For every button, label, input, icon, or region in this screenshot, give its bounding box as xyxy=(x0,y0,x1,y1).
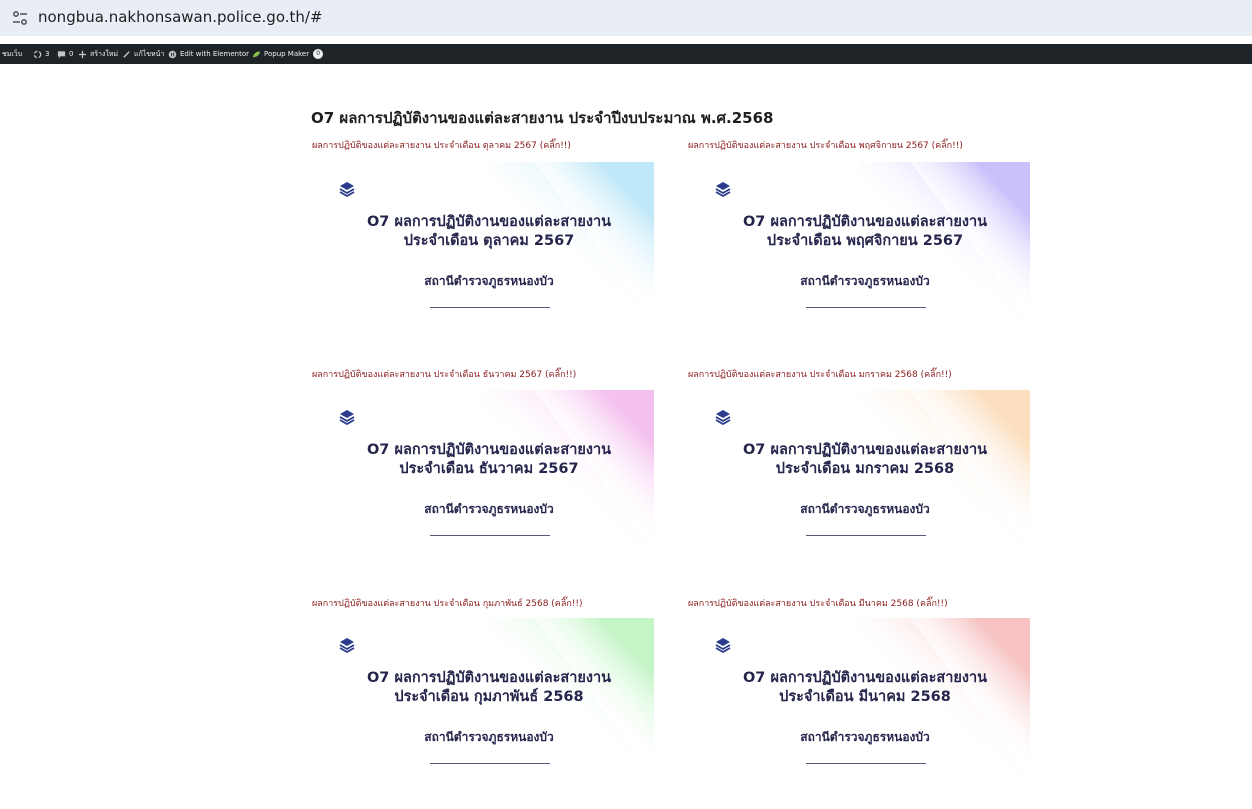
card-title-line-2: ประจำเดือน ธันวาคม 2567 xyxy=(399,461,579,477)
admin-updates-link[interactable]: 3 xyxy=(33,44,49,64)
card-title-line-1: O7 ผลการปฏิบัติงานของแต่ละสายงาน xyxy=(366,442,611,458)
card-title-line-2: ประจำเดือน มีนาคม 2568 xyxy=(779,689,951,705)
admin-site-link[interactable]: ชมเว็บ xyxy=(2,44,22,64)
card-title: O7 ผลการปฏิบัติงานของแต่ละสายงานประจำเดื… xyxy=(314,213,654,251)
new-label: สร้างใหม่ xyxy=(90,49,119,58)
admin-site-label: ชมเว็บ xyxy=(2,49,23,58)
card-title: O7 ผลการปฏิบัติงานของแต่ละสายงานประจำเดื… xyxy=(690,441,1030,479)
updates-icon xyxy=(33,50,42,58)
report-card[interactable]: O7 ผลการปฏิบัติงานของแต่ละสายงานประจำเดื… xyxy=(690,618,1030,809)
elementor-icon xyxy=(168,50,177,58)
layers-icon xyxy=(339,410,355,425)
admin-edit-page-link[interactable]: แก้ไขหน้า xyxy=(122,44,164,64)
card-title-line-2: ประจำเดือน กุมภาพันธ์ 2568 xyxy=(394,689,584,705)
report-card[interactable]: O7 ผลการปฏิบัติงานของแต่ละสายงานประจำเดื… xyxy=(314,618,654,809)
card-subtitle: สถานีตำรวจภูธรหนองบัว xyxy=(800,730,930,744)
browser-url-bar[interactable]: nongbua.nakhonsawan.police.go.th/# xyxy=(0,0,1252,36)
card-divider xyxy=(430,307,550,308)
comment-icon xyxy=(57,50,66,59)
elementor-label: Edit with Elementor xyxy=(180,50,249,58)
card-title-line-1: O7 ผลการปฏิบัติงานของแต่ละสายงาน xyxy=(366,214,611,230)
card-title: O7 ผลการปฏิบัติงานของแต่ละสายงานประจำเดื… xyxy=(690,669,1030,707)
card-title-line-1: O7 ผลการปฏิบัติงานของแต่ละสายงาน xyxy=(366,670,611,686)
page-title: O7 ผลการปฏิบัติงานของแต่ละสายงาน ประจำปี… xyxy=(311,109,774,127)
card-divider xyxy=(806,763,926,764)
plus-icon xyxy=(78,50,87,58)
card-link-label[interactable]: ผลการปฏิบัติของแต่ละสายงาน ประจำเดือน ธั… xyxy=(312,367,576,381)
card-gradient-background xyxy=(850,390,1030,583)
layers-icon xyxy=(715,638,731,653)
card-divider xyxy=(430,763,550,764)
card-divider xyxy=(806,535,926,536)
layers-icon xyxy=(715,410,731,425)
report-card[interactable]: O7 ผลการปฏิบัติงานของแต่ละสายงานประจำเดื… xyxy=(314,390,654,583)
card-title: O7 ผลการปฏิบัติงานของแต่ละสายงานประจำเดื… xyxy=(690,213,1030,251)
card-title: O7 ผลการปฏิบัติงานของแต่ละสายงานประจำเดื… xyxy=(314,441,654,479)
card-subtitle: สถานีตำรวจภูธรหนองบัว xyxy=(424,274,554,288)
card-divider xyxy=(430,535,550,536)
card-title-line-1: O7 ผลการปฏิบัติงานของแต่ละสายงาน xyxy=(742,670,987,686)
card-link-label[interactable]: ผลการปฏิบัติของแต่ละสายงาน ประจำเดือน กุ… xyxy=(312,596,583,610)
card-title: O7 ผลการปฏิบัติงานของแต่ละสายงานประจำเดื… xyxy=(314,669,654,707)
card-subtitle: สถานีตำรวจภูธรหนองบัว xyxy=(800,502,930,516)
edit-label: แก้ไขหน้า xyxy=(134,49,165,58)
admin-new-link[interactable]: สร้างใหม่ xyxy=(78,44,118,64)
card-title-line-2: ประจำเดือน พฤศจิกายน 2567 xyxy=(766,233,964,249)
card-gradient-background xyxy=(850,162,1030,355)
report-card[interactable]: O7 ผลการปฏิบัติงานของแต่ละสายงานประจำเดื… xyxy=(314,162,654,355)
admin-popup-maker-link[interactable]: Popup Maker 0 xyxy=(252,44,324,64)
popup-badge: 0 xyxy=(313,49,324,59)
card-divider xyxy=(806,307,926,308)
layers-icon xyxy=(339,638,355,653)
admin-elementor-link[interactable]: Edit with Elementor xyxy=(168,44,249,64)
card-link-label[interactable]: ผลการปฏิบัติของแต่ละสายงาน ประจำเดือน พฤ… xyxy=(688,138,963,152)
card-gradient-background xyxy=(474,618,654,809)
url-text[interactable]: nongbua.nakhonsawan.police.go.th/# xyxy=(38,8,323,26)
card-title-line-2: ประจำเดือน มกราคม 2568 xyxy=(775,461,955,477)
site-settings-icon[interactable] xyxy=(12,10,28,26)
updates-count: 3 xyxy=(45,50,50,58)
card-title-line-1: O7 ผลการปฏิบัติงานของแต่ละสายงาน xyxy=(742,442,987,458)
popup-maker-icon xyxy=(252,51,261,57)
pencil-icon xyxy=(123,50,130,58)
report-card[interactable]: O7 ผลการปฏิบัติงานของแต่ละสายงานประจำเดื… xyxy=(690,162,1030,355)
report-card[interactable]: O7 ผลการปฏิบัติงานของแต่ละสายงานประจำเดื… xyxy=(690,390,1030,583)
card-link-label[interactable]: ผลการปฏิบัติของแต่ละสายงาน ประจำเดือน มก… xyxy=(688,367,952,381)
card-title-line-1: O7 ผลการปฏิบัติงานของแต่ละสายงาน xyxy=(742,214,987,230)
card-title-line-2: ประจำเดือน ตุลาคม 2567 xyxy=(403,233,575,249)
card-gradient-background xyxy=(474,390,654,583)
wp-admin-bar: ชมเว็บ 3 0 สร้างใหม่ แก้ไขหน้า Edit with… xyxy=(0,44,1252,64)
card-subtitle: สถานีตำรวจภูธรหนองบัว xyxy=(800,274,930,288)
layers-icon xyxy=(715,182,731,197)
card-gradient-background xyxy=(474,162,654,355)
card-link-label[interactable]: ผลการปฏิบัติของแต่ละสายงาน ประจำเดือน ตุ… xyxy=(312,138,571,152)
layers-icon xyxy=(339,182,355,197)
card-subtitle: สถานีตำรวจภูธรหนองบัว xyxy=(424,502,554,516)
card-gradient-background xyxy=(850,618,1030,809)
card-link-label[interactable]: ผลการปฏิบัติของแต่ละสายงาน ประจำเดือน มี… xyxy=(688,596,948,610)
admin-comments-link[interactable]: 0 xyxy=(57,44,73,64)
popup-label: Popup Maker xyxy=(264,50,310,58)
card-subtitle: สถานีตำรวจภูธรหนองบัว xyxy=(424,730,554,744)
comments-count: 0 xyxy=(69,50,74,58)
